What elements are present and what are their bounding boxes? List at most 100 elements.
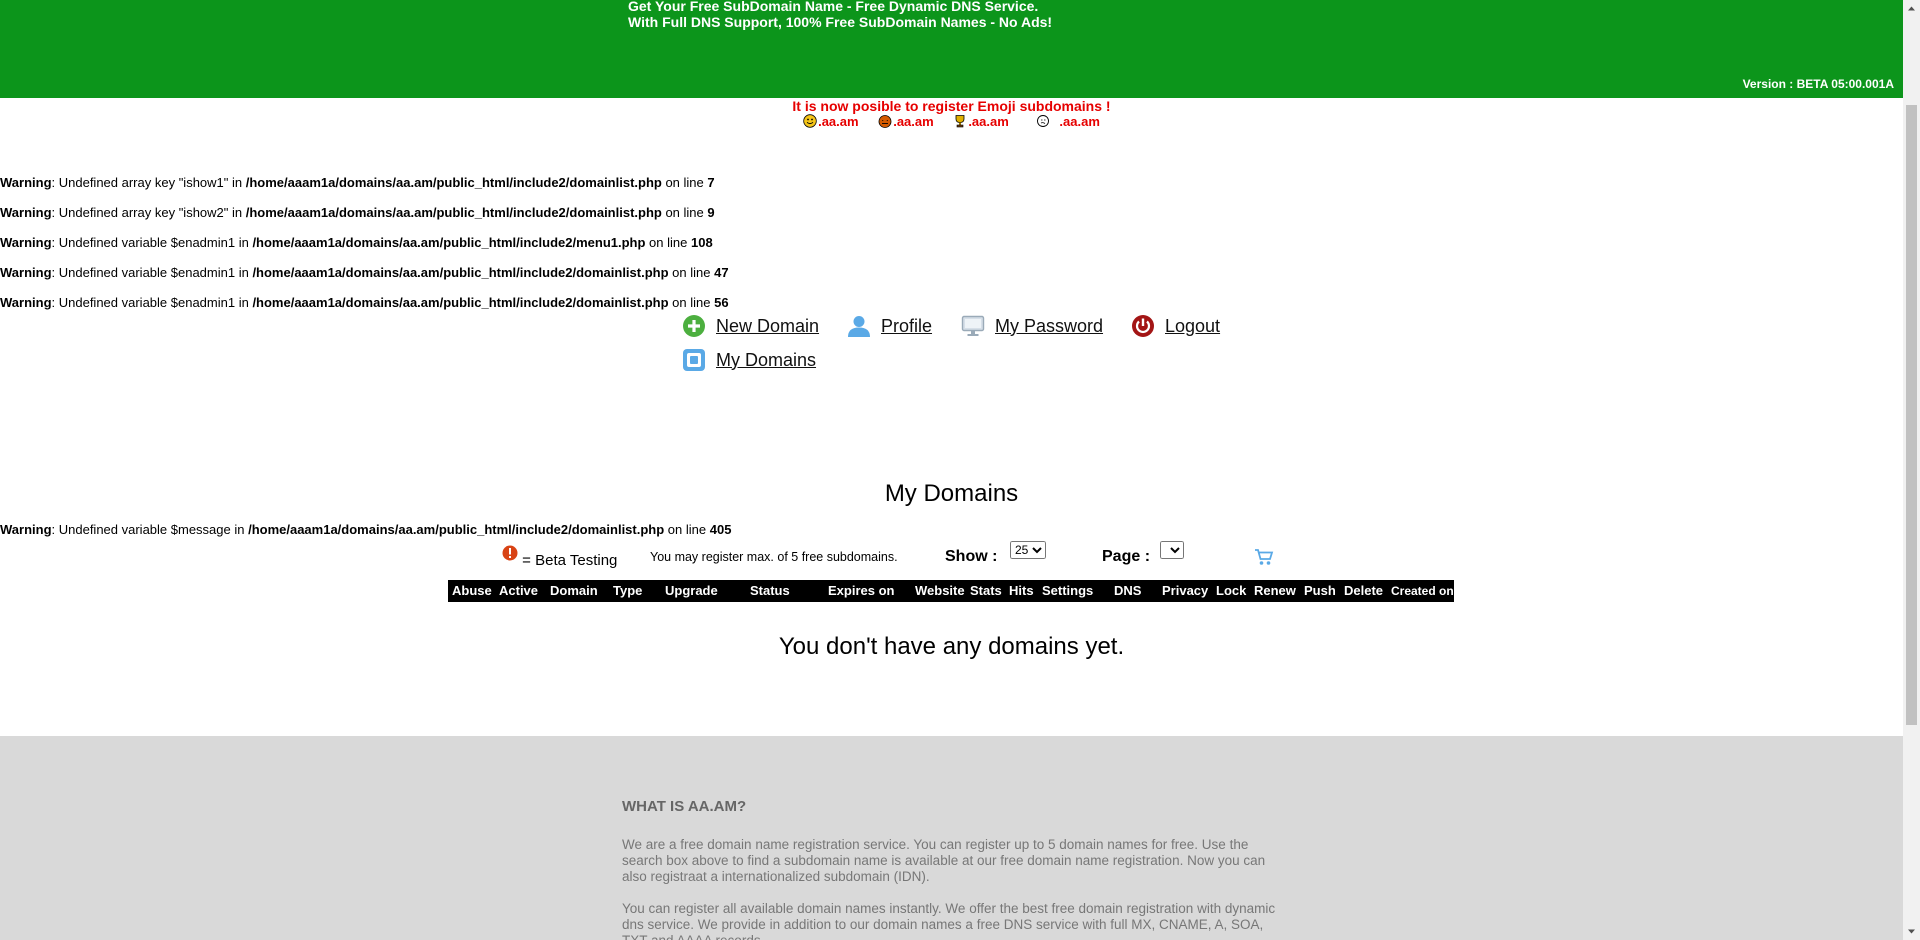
warning-on-line: on line bbox=[661, 175, 708, 190]
warning-message: : Undefined variable $enadmin1 in bbox=[51, 235, 253, 250]
warning-line-number: 7 bbox=[707, 175, 715, 190]
smiley-emoji-icon bbox=[803, 114, 817, 128]
emoji-domain-suffix: .aa.am bbox=[893, 114, 934, 129]
new-domain-link[interactable]: New Domain bbox=[716, 316, 819, 337]
scroll-down-arrow-icon[interactable] bbox=[1903, 923, 1920, 940]
php-warning: Warning: Undefined array key "ishow1" in… bbox=[0, 175, 715, 190]
menu-item-logout[interactable]: Logout bbox=[1131, 314, 1220, 338]
scrollbar-thumb[interactable] bbox=[1906, 105, 1917, 725]
my-domains-link[interactable]: My Domains bbox=[716, 350, 816, 371]
page-select-wrapper bbox=[1160, 541, 1184, 559]
column-header-active[interactable]: Active bbox=[499, 583, 538, 598]
power-icon bbox=[1132, 315, 1154, 337]
column-header-delete[interactable]: Delete bbox=[1344, 583, 1383, 598]
my-password-link[interactable]: My Password bbox=[995, 316, 1103, 337]
warning-line-number: 9 bbox=[707, 205, 715, 220]
column-header-created-on[interactable]: Created on bbox=[1391, 584, 1454, 598]
profile-link[interactable]: Profile bbox=[881, 316, 932, 337]
column-header-push[interactable]: Push bbox=[1304, 583, 1336, 598]
menu-item-my-domains[interactable]: My Domains bbox=[682, 348, 816, 372]
warning-line-number: 47 bbox=[714, 265, 729, 280]
warning-label: Warning bbox=[0, 205, 52, 220]
warning-label: Warning bbox=[0, 522, 52, 537]
warning-path: /home/aaam1a/domains/aa.am/public_html/i… bbox=[252, 235, 646, 250]
info-footer: WHAT IS AA.AM? We are a free domain name… bbox=[0, 736, 1903, 940]
warning-on-line: on line bbox=[668, 265, 715, 280]
column-header-domain[interactable]: Domain bbox=[550, 583, 598, 598]
page-title: My Domains bbox=[884, 480, 1019, 507]
header-tagline: Get Your Free SubDomain Name - Free Dyna… bbox=[628, 0, 1052, 30]
warning-message: : Undefined array key "ishow2" in bbox=[51, 205, 246, 220]
column-header-settings[interactable]: Settings bbox=[1042, 583, 1093, 598]
column-header-expires-on[interactable]: Expires on bbox=[828, 583, 894, 598]
beta-legend: = Beta Testing bbox=[502, 545, 617, 569]
column-header-dns[interactable]: DNS bbox=[1114, 583, 1141, 598]
warning-on-line: on line bbox=[645, 235, 691, 250]
page-content: Get Your Free SubDomain Name - Free Dyna… bbox=[0, 0, 1903, 940]
site-header: Get Your Free SubDomain Name - Free Dyna… bbox=[0, 0, 1903, 98]
column-header-lock[interactable]: Lock bbox=[1216, 583, 1246, 598]
version-label: Version : BETA 05:00.001A bbox=[1742, 77, 1894, 91]
warning-message: : Undefined variable $enadmin1 in bbox=[51, 295, 253, 310]
column-header-type[interactable]: Type bbox=[613, 583, 642, 598]
column-header-website[interactable]: Website bbox=[915, 583, 965, 598]
logout-link[interactable]: Logout bbox=[1165, 316, 1220, 337]
warning-on-line: on line bbox=[664, 522, 710, 537]
pumpkin-emoji-icon bbox=[878, 115, 892, 128]
vertical-scrollbar[interactable] bbox=[1903, 0, 1920, 940]
emoji-domain-link[interactable]: .aa.am bbox=[953, 114, 1012, 129]
warning-line-number: 108 bbox=[690, 235, 713, 250]
php-warning: Warning: Undefined array key "ishow2" in… bbox=[0, 205, 715, 220]
php-warning: Warning: Undefined variable $enadmin1 in… bbox=[0, 265, 729, 280]
emoji-domain-list: .aa.am .aa.am .aa.am .aa.am bbox=[0, 114, 1903, 130]
column-header-renew[interactable]: Renew bbox=[1254, 583, 1296, 598]
footer-paragraph: You can register all available domain na… bbox=[622, 901, 1276, 940]
scroll-up-arrow-icon[interactable] bbox=[1903, 0, 1920, 17]
emoji-domain-suffix: .aa.am bbox=[818, 114, 859, 129]
column-header-privacy[interactable]: Privacy bbox=[1162, 583, 1208, 598]
domain-list-toolbar: = Beta Testing You may register max. of … bbox=[0, 541, 1903, 575]
warning-message: : Undefined variable $message in bbox=[51, 522, 249, 537]
column-header-hits[interactable]: Hits bbox=[1009, 583, 1034, 598]
column-header-abuse[interactable]: Abuse bbox=[452, 583, 492, 598]
emoji-notice: It is now posible to register Emoji subd… bbox=[0, 98, 1903, 130]
show-select-wrapper: 25 bbox=[1010, 541, 1046, 559]
warning-on-line: on line bbox=[668, 295, 715, 310]
emoji-domain-link[interactable]: .aa.am bbox=[878, 114, 937, 129]
domains-icon bbox=[683, 349, 705, 371]
cart-icon bbox=[1255, 549, 1274, 565]
emoji-domain-link[interactable]: .aa.am bbox=[803, 114, 862, 129]
rows-per-page-select[interactable]: 25 bbox=[1010, 541, 1046, 559]
tagline-line-1: Get Your Free SubDomain Name - Free Dyna… bbox=[628, 0, 1039, 14]
warning-message: : Undefined array key "ishow1" in bbox=[51, 175, 246, 190]
menu-item-my-password[interactable]: My Password bbox=[961, 314, 1103, 338]
emoji-domain-suffix: .aa.am bbox=[968, 114, 1009, 129]
page-label: Page : bbox=[1102, 548, 1151, 565]
warning-path: /home/aaam1a/domains/aa.am/public_html/i… bbox=[245, 175, 662, 190]
emoji-notice-text: It is now posible to register Emoji subd… bbox=[792, 98, 1111, 114]
column-header-status[interactable]: Status bbox=[750, 583, 790, 598]
php-warning: Warning: Undefined variable $enadmin1 in… bbox=[0, 235, 713, 250]
warning-on-line: on line bbox=[661, 205, 708, 220]
domains-table-header: Abuse Active Domain Type Upgrade Status … bbox=[448, 580, 1454, 602]
show-label: Show : bbox=[945, 548, 998, 565]
php-warning: Warning: Undefined variable $message in … bbox=[0, 522, 731, 537]
empty-domains-message: You don't have any domains yet. bbox=[778, 633, 1125, 660]
menu-item-new-domain[interactable]: New Domain bbox=[682, 314, 819, 338]
warning-label: Warning bbox=[0, 235, 52, 250]
column-header-upgrade[interactable]: Upgrade bbox=[665, 583, 718, 598]
php-warning: Warning: Undefined variable $enadmin1 in… bbox=[0, 295, 729, 310]
warning-label: Warning bbox=[0, 295, 52, 310]
warning-path: /home/aaam1a/domains/aa.am/public_html/i… bbox=[245, 205, 662, 220]
menu-item-profile[interactable]: Profile bbox=[847, 314, 932, 338]
emoji-domain-link[interactable]: .aa.am bbox=[1028, 114, 1100, 129]
column-header-stats[interactable]: Stats bbox=[970, 583, 1002, 598]
page-select[interactable] bbox=[1160, 541, 1184, 559]
cart-button[interactable] bbox=[1254, 548, 1274, 570]
user-icon bbox=[848, 316, 870, 337]
warning-line-number: 56 bbox=[714, 295, 729, 310]
footer-paragraph: We are a free domain name registration s… bbox=[622, 837, 1266, 884]
warning-label: Warning bbox=[0, 175, 52, 190]
footer-title: WHAT IS AA.AM? bbox=[622, 798, 747, 815]
emoji-domain-suffix: .aa.am bbox=[1059, 114, 1100, 129]
